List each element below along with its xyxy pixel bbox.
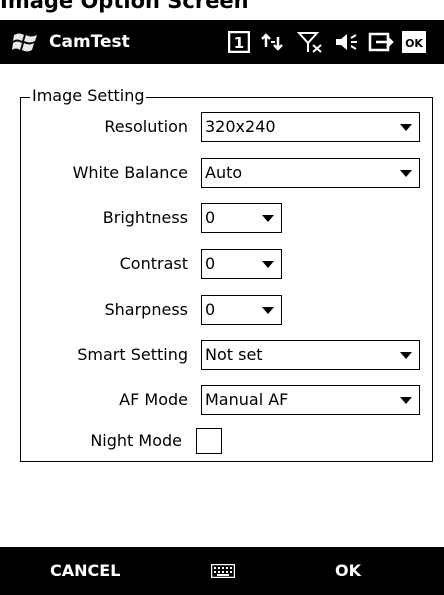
ok-button[interactable]: OK <box>335 547 361 595</box>
contrast-label: Contrast <box>119 254 188 273</box>
chevron-down-icon <box>400 124 412 131</box>
smart-setting-select[interactable]: Not set <box>201 340 420 370</box>
keyboard-icon[interactable] <box>211 564 235 578</box>
svg-text:OK: OK <box>405 37 423 50</box>
sharpness-select[interactable]: 0 <box>201 295 282 325</box>
af-mode-select[interactable]: Manual AF <box>201 385 420 415</box>
smart-setting-value: Not set <box>205 345 263 364</box>
no-signal-icon <box>297 32 322 53</box>
night-mode-checkbox[interactable] <box>196 428 222 454</box>
chevron-down-icon <box>262 307 274 314</box>
af-mode-value: Manual AF <box>205 390 289 409</box>
chevron-down-icon <box>262 215 274 222</box>
chevron-down-icon <box>262 261 274 268</box>
sync-icon <box>368 32 394 52</box>
contrast-select[interactable]: 0 <box>201 249 282 279</box>
white-balance-label: White Balance <box>72 163 188 182</box>
softkey-bar: CANCEL OK <box>0 547 444 595</box>
title-bar: CamTest 1 OK <box>0 20 444 64</box>
chevron-down-icon <box>400 397 412 404</box>
cancel-button[interactable]: CANCEL <box>50 547 120 595</box>
sharpness-label: Sharpness <box>104 300 189 319</box>
white-balance-select[interactable]: Auto <box>201 158 420 188</box>
brightness-value: 0 <box>205 208 216 227</box>
sim-card-icon: 1 <box>228 31 250 53</box>
resolution-select[interactable]: 320x240 <box>201 112 420 142</box>
screen-caption: Image Option Screen <box>0 0 249 13</box>
svg-text:1: 1 <box>234 34 244 52</box>
white-balance-value: Auto <box>205 163 243 182</box>
chevron-down-icon <box>400 352 412 359</box>
group-title: Image Setting <box>30 84 147 108</box>
smart-setting-label: Smart Setting <box>77 345 188 364</box>
af-mode-label: AF Mode <box>119 390 188 409</box>
app-title: CamTest <box>49 32 130 52</box>
windows-start-logo[interactable] <box>12 30 38 54</box>
brightness-label: Brightness <box>102 208 188 227</box>
data-connection-icon <box>261 33 283 51</box>
ok-icon[interactable]: OK <box>402 31 426 53</box>
contrast-value: 0 <box>205 254 216 273</box>
sharpness-value: 0 <box>205 300 216 319</box>
chevron-down-icon <box>400 170 412 177</box>
resolution-value: 320x240 <box>205 117 276 136</box>
night-mode-label: Night Mode <box>90 431 182 450</box>
volume-muted-icon <box>336 34 357 50</box>
resolution-label: Resolution <box>104 117 188 136</box>
brightness-select[interactable]: 0 <box>201 203 282 233</box>
